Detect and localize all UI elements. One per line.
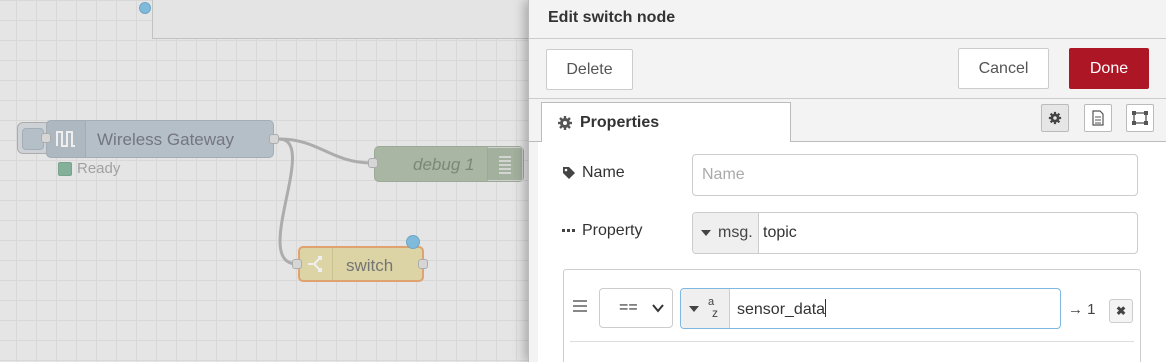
remove-rule-button[interactable]: ✖ [1109,299,1133,323]
name-label: Name [562,164,625,182]
chevron-down-icon [652,304,664,313]
tab-label: Properties [580,113,660,131]
rule-output-label: → 1 [1068,301,1096,318]
property-type-select[interactable]: msg. [693,213,759,253]
name-input[interactable]: Name [692,154,1138,196]
gear-icon [558,115,572,130]
delete-button[interactable]: Delete [546,49,633,90]
operator-value: == [619,299,638,316]
drag-handle-icon[interactable] [572,299,588,317]
tray-toolbar: Delete Cancel Done [529,39,1166,99]
tab-settings[interactable] [1041,104,1069,132]
tab-appearance[interactable] [1126,104,1154,132]
property-label: Property [562,222,642,240]
operator-select[interactable]: == [599,288,673,328]
rule-value-type-select[interactable]: az [681,289,730,328]
tag-icon [563,167,575,179]
rules-list: == az sensor_data → 1 ✖ [563,269,1141,362]
flow-workspace[interactable]: Wireless Gateway Ready debug 1 switch [0,0,530,362]
gear-icon [1048,111,1062,125]
cancel-button[interactable]: Cancel [958,48,1049,89]
tray-header: Edit switch node [529,0,1166,39]
caret-down-icon [689,305,699,312]
caret-down-icon [701,230,711,236]
document-icon [1092,110,1104,126]
property-input[interactable]: msg. topic [692,212,1138,254]
rule-value-text: sensor_data [737,299,827,318]
appearance-icon [1132,111,1148,125]
edit-tray: Edit switch node Delete Cancel Done Prop… [528,0,1166,362]
property-label-text: Property [582,222,643,239]
tray-tabs: Properties [529,99,1166,142]
az-string-icon: az [708,295,718,320]
rule-divider [570,341,1134,342]
rule-value-input[interactable]: az sensor_data [680,288,1061,329]
ellipsis-icon [562,229,575,232]
property-type: msg. [718,224,753,241]
workspace-overlay [0,0,530,362]
property-value: topic [763,224,797,241]
properties-form: Name Name Property msg. topic == a z sen… [538,142,1166,362]
done-button[interactable]: Done [1069,48,1149,89]
name-label-text: Name [582,164,625,181]
tab-properties[interactable]: Properties [541,102,791,142]
tray-title: Edit switch node [548,9,676,26]
tab-description[interactable] [1084,104,1112,132]
